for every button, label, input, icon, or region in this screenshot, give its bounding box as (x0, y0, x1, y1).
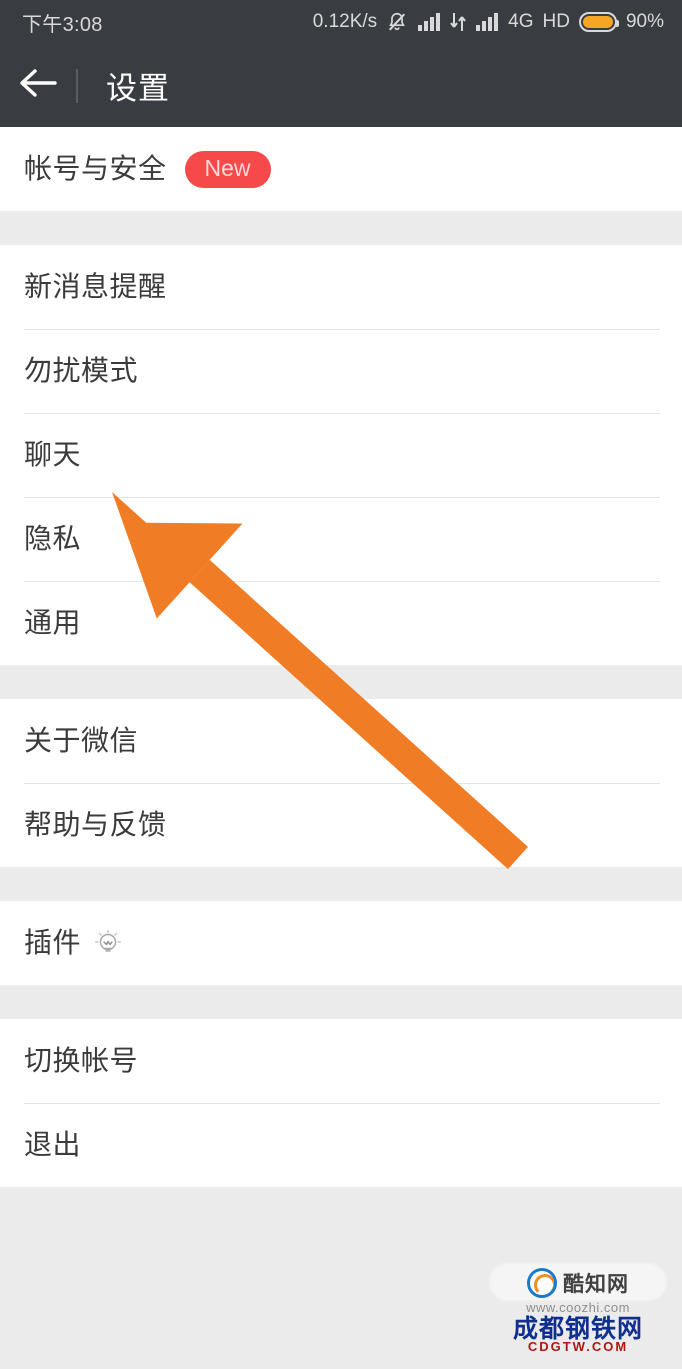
section-gap (0, 867, 682, 901)
settings-row-label: 关于微信 (24, 725, 139, 756)
data-transfer-icon (450, 12, 466, 32)
settings-row-label: 通用 (24, 607, 82, 638)
settings-row-label: 帐号与安全 (24, 153, 167, 184)
settings-row-new-message-notification[interactable]: 新消息提醒 (0, 245, 682, 329)
settings-row-do-not-disturb[interactable]: 勿扰模式 (0, 329, 682, 413)
phone-screen: 下午3:08 0.12K/s 4G HD 90% 设置 帐号与安全 New 新消… (0, 0, 682, 1364)
section-gap (0, 211, 682, 245)
settings-row-account-security[interactable]: 帐号与安全 New (0, 127, 682, 211)
settings-row-label: 帮助与反馈 (24, 809, 167, 840)
header-divider (76, 68, 78, 103)
watermark-site-url: www.coozhi.com (526, 1300, 630, 1315)
watermark: 酷知网 www.coozhi.com 成都钢铁网 CDGTW.COM (488, 1262, 668, 1356)
watermark-primary: 酷知网 (488, 1262, 668, 1302)
settings-group-plugins: 插件 (0, 901, 682, 985)
settings-row-label: 插件 (24, 927, 82, 958)
settings-row-logout[interactable]: 退出 (0, 1103, 682, 1187)
settings-row-privacy[interactable]: 隐私 (0, 497, 682, 581)
settings-list: 帐号与安全 New 新消息提醒 勿扰模式 聊天 隐私 通用 关于微信 帮助与反馈… (0, 127, 682, 1364)
settings-row-switch-account[interactable]: 切换帐号 (0, 1019, 682, 1103)
new-badge: New (184, 150, 271, 188)
settings-group-account-actions: 切换帐号 退出 (0, 1019, 682, 1187)
settings-row-general[interactable]: 通用 (0, 581, 682, 665)
watermark-secondary: 成都钢铁网 CDGTW.COM (512, 1315, 643, 1355)
app-header: 设置 (0, 44, 682, 127)
signal-bars-icon (475, 12, 499, 32)
back-button[interactable] (0, 44, 76, 127)
settings-group-notifications: 新消息提醒 勿扰模式 聊天 隐私 通用 (0, 245, 682, 665)
coozhi-logo-icon (527, 1268, 557, 1298)
status-bar-indicators: 0.12K/s 4G HD 90% (313, 11, 664, 33)
network-speed-label: 0.12K/s (312, 11, 378, 32)
network-type-label: 4G (508, 11, 534, 32)
battery-icon (578, 12, 619, 32)
settings-row-label: 勿扰模式 (24, 355, 139, 386)
watermark-secondary-name: 成都钢铁网 (512, 1315, 643, 1343)
settings-row-help-feedback[interactable]: 帮助与反馈 (0, 783, 682, 867)
watermark-site-name: 酷知网 (563, 1273, 629, 1296)
arrow-left-icon (18, 66, 58, 105)
lightbulb-icon (93, 928, 123, 958)
mute-bell-icon (386, 11, 408, 33)
watermark-primary-text: 酷知网 (563, 1268, 629, 1298)
settings-row-label: 聊天 (24, 439, 82, 470)
battery-percent-label: 90% (625, 11, 664, 32)
settings-row-plugins[interactable]: 插件 (0, 901, 682, 985)
hd-label: HD (542, 11, 570, 32)
settings-group-account: 帐号与安全 New (0, 127, 682, 211)
page-title: 设置 (106, 71, 170, 106)
settings-row-label: 隐私 (24, 523, 82, 554)
section-gap (0, 985, 682, 1019)
signal-bars-icon (417, 12, 441, 32)
settings-row-label: 新消息提醒 (24, 271, 167, 302)
settings-row-about-wechat[interactable]: 关于微信 (0, 699, 682, 783)
settings-row-label: 退出 (24, 1129, 82, 1160)
settings-row-label: 切换帐号 (24, 1045, 139, 1076)
settings-group-about: 关于微信 帮助与反馈 (0, 699, 682, 867)
settings-row-chat[interactable]: 聊天 (0, 413, 682, 497)
section-gap (0, 665, 682, 699)
status-bar-clock: 下午3:08 (22, 13, 103, 36)
status-bar: 下午3:08 0.12K/s 4G HD 90% (0, 0, 682, 44)
